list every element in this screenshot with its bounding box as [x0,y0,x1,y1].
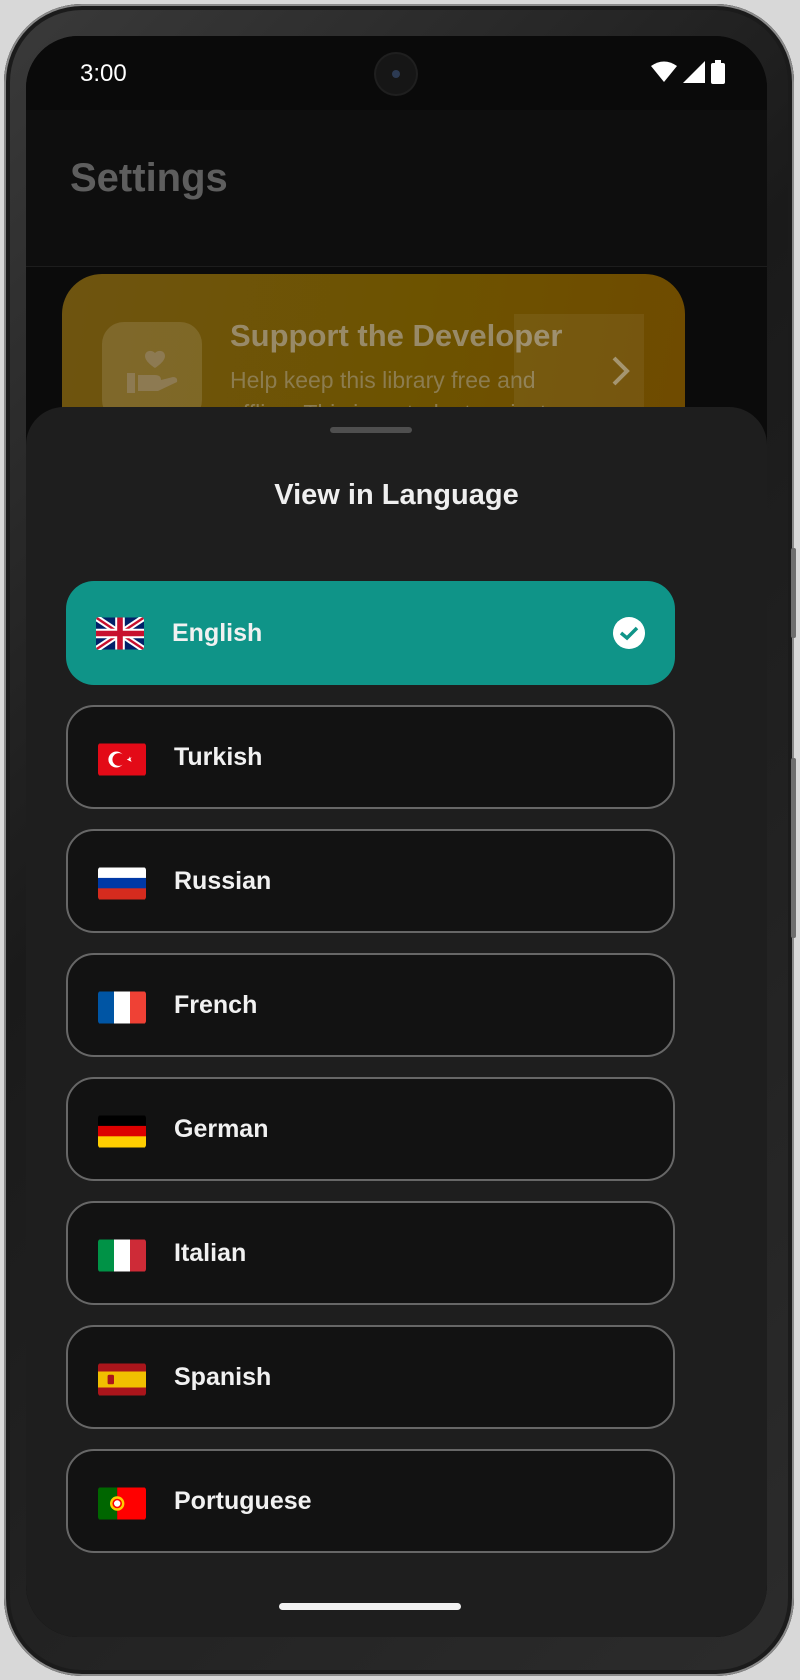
language-option-portuguese[interactable]: Portuguese [66,1449,675,1553]
language-label: French [174,990,258,1019]
sheet-drag-handle[interactable] [330,427,412,433]
portugal-flag-icon [98,1487,146,1520]
status-time: 3:00 [80,60,127,87]
screen: 3:00 Settings Support the Developer Help… [26,36,767,1637]
language-label: Turkish [174,742,263,771]
volume-button [791,758,796,938]
power-button [791,548,796,638]
language-label: German [174,1114,269,1143]
language-label: Portuguese [174,1486,312,1515]
language-option-spanish[interactable]: Spanish [66,1325,675,1429]
wifi-icon [651,61,677,88]
check-circle-icon [613,617,645,649]
page-title: Settings [70,156,228,200]
status-icons [651,60,725,89]
language-option-english[interactable]: English [66,581,675,685]
signal-icon [683,61,705,88]
language-option-french[interactable]: French [66,953,675,1057]
sheet-title: View in Language [274,479,519,511]
app-header: Settings [26,110,767,267]
turkey-flag-icon [98,743,146,776]
france-flag-icon [98,991,146,1024]
language-label: Italian [174,1238,247,1267]
language-label: Spanish [174,1362,272,1391]
language-option-italian[interactable]: Italian [66,1201,675,1305]
russia-flag-icon [98,867,146,900]
support-card-title: Support the Developer [230,318,563,353]
status-bar: 3:00 [26,36,767,110]
language-bottom-sheet: View in Language English Turkish Russian… [26,407,767,1637]
germany-flag-icon [98,1115,146,1148]
uk-flag-icon [96,617,144,650]
italy-flag-icon [98,1239,146,1272]
battery-icon [711,60,725,89]
language-label: Russian [174,866,272,895]
language-list: English Turkish Russian French German It… [66,581,675,1573]
language-option-russian[interactable]: Russian [66,829,675,933]
front-camera [376,54,416,94]
language-option-german[interactable]: German [66,1077,675,1181]
language-option-turkish[interactable]: Turkish [66,705,675,809]
home-indicator[interactable] [279,1603,461,1610]
spain-flag-icon [98,1363,146,1396]
language-label: English [172,618,263,647]
chevron-right-icon [610,354,632,393]
